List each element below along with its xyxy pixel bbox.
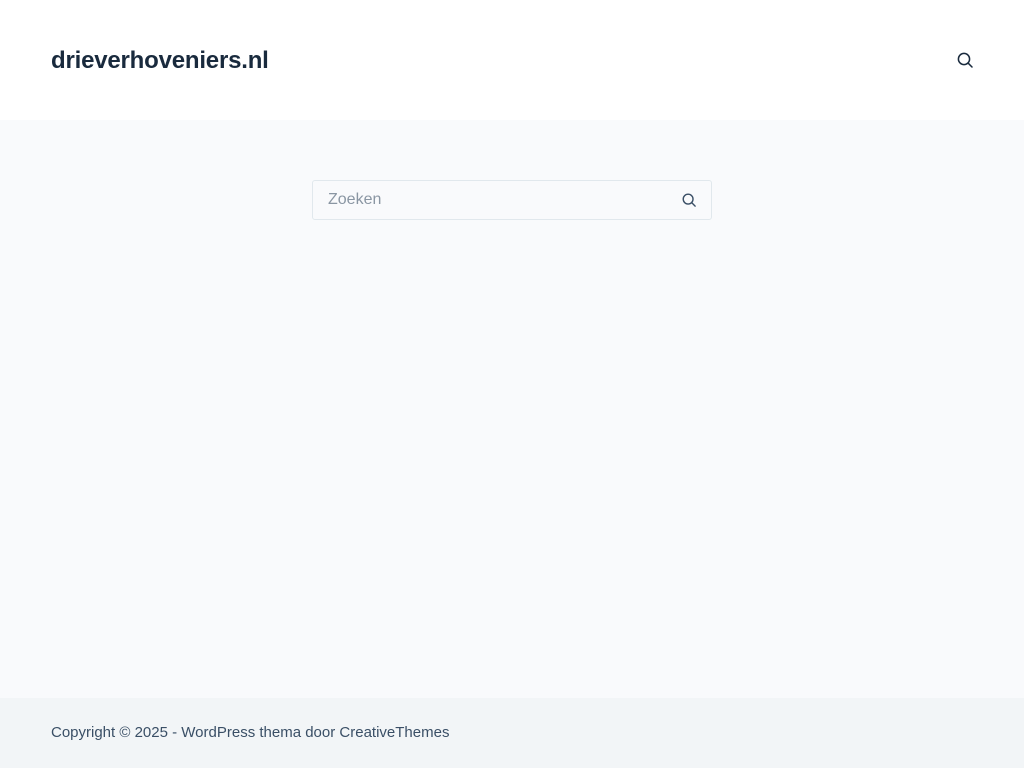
search-form [312, 180, 712, 220]
site-footer: Copyright © 2025 - WordPress thema door … [0, 698, 1024, 768]
site-title-link[interactable]: drieverhoveniers.nl [51, 45, 269, 77]
search-submit-button[interactable] [679, 190, 699, 210]
copyright-prefix: Copyright © 2025 - WordPress thema door [51, 724, 340, 741]
creativethemes-link[interactable]: CreativeThemes [339, 724, 449, 741]
site-header: drieverhoveniers.nl [0, 0, 1024, 120]
search-input[interactable] [313, 181, 673, 219]
search-icon [682, 193, 696, 207]
search-icon [957, 52, 973, 68]
copyright-text: Copyright © 2025 - WordPress thema door … [51, 723, 449, 743]
header-search-button[interactable] [954, 49, 976, 71]
main-content [0, 120, 1024, 698]
